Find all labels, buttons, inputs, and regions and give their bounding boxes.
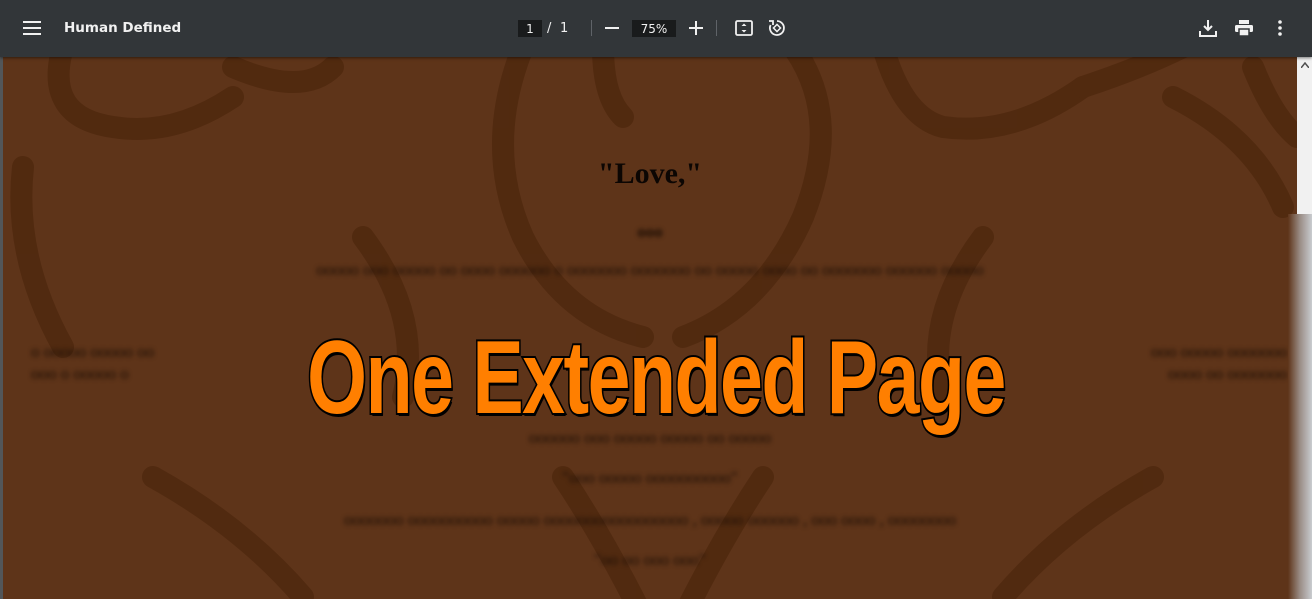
- document-title: Human Defined: [64, 20, 182, 36]
- vertical-scrollbar[interactable]: [1297, 57, 1312, 214]
- page-total: 1: [560, 21, 569, 36]
- rotate-icon: [769, 20, 785, 36]
- download-button[interactable]: [1192, 12, 1224, 44]
- hamburger-menu-icon[interactable]: [16, 12, 48, 44]
- scrollbar-blur-edge: [1288, 214, 1312, 599]
- scroll-up-arrow-icon[interactable]: [1297, 57, 1312, 72]
- page-number-input[interactable]: [518, 20, 542, 37]
- minus-icon: [605, 27, 619, 29]
- fit-to-page-icon: [735, 20, 753, 36]
- plus-icon: [689, 21, 703, 35]
- document-heading: "Love,": [597, 157, 703, 190]
- pdf-toolbar: Human Defined / 1: [0, 0, 1312, 57]
- blurred-text-line: ooooo ooo ooooo oo oooo oooooo o ooooooo…: [316, 260, 984, 279]
- blurred-text-line: ooooooo oooooooooo ooooo ooooooooooooooo…: [344, 510, 956, 529]
- blurred-text-line: ooo ooooo ooooooo: [1151, 342, 1287, 361]
- zoom-out-button[interactable]: [596, 12, 628, 44]
- toolbar-divider: [591, 20, 592, 36]
- print-icon: [1235, 20, 1253, 36]
- rotate-button[interactable]: [761, 12, 793, 44]
- zoom-level-input[interactable]: [632, 20, 676, 37]
- more-vert-icon: [1278, 20, 1282, 36]
- blurred-text-line: "ooo ooooo oooooooooo": [562, 468, 738, 487]
- blurred-text-line: oooo oo ooooooo: [1168, 364, 1287, 383]
- blurred-text-line: "oo oo ooo ooo": [594, 550, 706, 569]
- blurred-text-line: ooo: [637, 222, 663, 241]
- print-button[interactable]: [1228, 12, 1260, 44]
- blurred-text-line: o ooooo ooooo oo: [31, 342, 155, 361]
- toolbar-divider: [716, 20, 717, 36]
- overlay-title: One Extended Page: [306, 318, 1008, 438]
- blurred-text-line: ooo o ooooo o: [31, 364, 129, 383]
- fit-to-page-button[interactable]: [728, 12, 760, 44]
- more-options-button[interactable]: [1264, 12, 1296, 44]
- zoom-in-button[interactable]: [680, 12, 712, 44]
- page-separator: /: [547, 21, 552, 36]
- download-icon: [1199, 20, 1217, 37]
